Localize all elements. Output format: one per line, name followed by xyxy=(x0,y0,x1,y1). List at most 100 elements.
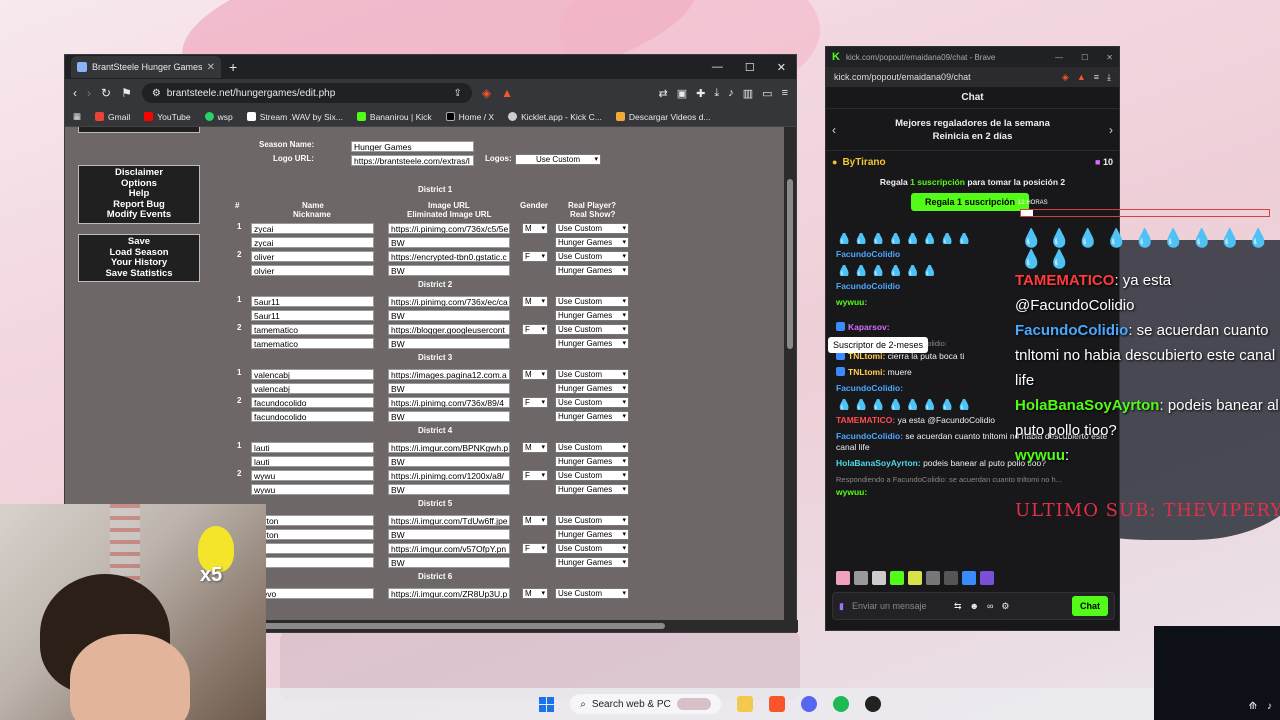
share-icon[interactable]: ⇪ xyxy=(453,88,461,99)
brave-icon[interactable] xyxy=(768,696,785,712)
emote-icon[interactable] xyxy=(854,571,868,585)
image-url-input[interactable]: https://i.pinimg.com/1200x/a8/ xyxy=(388,470,510,481)
maximize-icon[interactable]: ☐ xyxy=(1081,53,1088,62)
menu-help[interactable]: Help xyxy=(79,188,199,200)
real-show-select[interactable]: Hunger Games xyxy=(555,338,629,349)
browser-tab[interactable]: BrantSteele Hunger Games Simu ✕ xyxy=(71,56,221,78)
real-player-select[interactable]: Use Custom xyxy=(555,470,629,481)
real-show-select[interactable]: Hunger Games xyxy=(555,237,629,248)
vertical-scrollbar[interactable] xyxy=(784,127,796,621)
image-url-input[interactable]: https://i.pinimg.com/736x/89/4 xyxy=(388,397,510,408)
tribute-name-input[interactable]: Ayrton xyxy=(251,515,374,526)
eliminated-url-input[interactable]: BW xyxy=(388,338,510,349)
spotify-icon[interactable] xyxy=(832,696,849,712)
tribute-name-input[interactable]: facundocolido xyxy=(251,397,374,408)
maximize-icon[interactable]: ☐ xyxy=(745,61,755,74)
chat-input-placeholder[interactable]: Enviar un mensaje xyxy=(852,601,946,611)
translate-icon[interactable]: ⇄ xyxy=(659,87,668,100)
volume-icon[interactable]: ♪ xyxy=(1267,701,1272,712)
brave-rewards-icon[interactable]: ▲ xyxy=(501,86,513,100)
next-arrow-icon[interactable]: › xyxy=(1109,123,1113,137)
tribute-name-input[interactable]: oliver xyxy=(251,251,374,262)
wallet-icon[interactable]: ▭ xyxy=(762,87,772,100)
real-player-select[interactable]: Use Custom xyxy=(555,442,629,453)
real-player-select[interactable]: Use Custom xyxy=(555,543,629,554)
real-show-select[interactable]: Hunger Games xyxy=(555,484,629,495)
emote-icon[interactable] xyxy=(908,571,922,585)
real-show-select[interactable]: Hunger Games xyxy=(555,383,629,394)
image-url-input[interactable]: https://i.imgur.com/BPNKgwh.p xyxy=(388,442,510,453)
menu-disclaimer[interactable]: Disclaimer xyxy=(79,167,199,179)
gender-select[interactable]: M xyxy=(522,442,548,453)
image-url-input[interactable]: https://blogger.googleusercont xyxy=(388,324,510,335)
real-player-select[interactable]: Use Custom xyxy=(555,588,629,599)
tribute-name-input[interactable]: wywu xyxy=(251,470,374,481)
file-explorer-icon[interactable] xyxy=(736,696,753,712)
brave-shields-icon[interactable]: ◈ xyxy=(1062,72,1069,83)
tribute-nickname-input[interactable]: valencabj xyxy=(251,383,374,394)
tribute-nickname-input[interactable]: lauti xyxy=(251,456,374,467)
back-icon[interactable]: ‹ xyxy=(73,86,77,100)
season-name-input[interactable]: Hunger Games xyxy=(351,141,474,152)
image-url-input[interactable]: https://i.imgur.com/TdUw6ff.jpe xyxy=(388,515,510,526)
image-url-input[interactable]: https://i.pinimg.com/736x/ec/ca xyxy=(388,296,510,307)
emote-icon[interactable] xyxy=(944,571,958,585)
gender-select[interactable]: F xyxy=(522,397,548,408)
real-show-select[interactable]: Hunger Games xyxy=(555,265,629,276)
gender-select[interactable]: F xyxy=(522,543,548,554)
minimize-icon[interactable]: — xyxy=(712,61,723,74)
emote-icon[interactable] xyxy=(926,571,940,585)
real-player-select[interactable]: Use Custom xyxy=(555,296,629,307)
logo-url-input[interactable]: https://brantsteele.com/extras/l xyxy=(351,155,474,166)
extensions-icon[interactable]: ✚ xyxy=(696,87,705,100)
windows-start-icon[interactable] xyxy=(539,696,555,712)
bookmark-kicklet[interactable]: Kicklet.app - Kick C... xyxy=(508,112,602,122)
tribute-name-input[interactable]: valencabj xyxy=(251,369,374,380)
bookmark-x[interactable]: Home / X xyxy=(445,112,494,122)
tribute-nickname-input[interactable]: Ayrton xyxy=(251,529,374,540)
real-player-select[interactable]: Use Custom xyxy=(555,251,629,262)
tribute-name-input[interactable]: zycai xyxy=(251,223,374,234)
eliminated-url-input[interactable]: BW xyxy=(388,237,510,248)
brave-rewards-icon[interactable]: ▲ xyxy=(1077,72,1086,83)
gender-select[interactable]: M xyxy=(522,369,548,380)
real-player-select[interactable]: Use Custom xyxy=(555,324,629,335)
download-icon[interactable]: ⤓ xyxy=(1107,72,1111,83)
menu-icon[interactable]: ≡ xyxy=(1094,72,1099,83)
kick-address-bar[interactable]: kick.com/popout/emaidana09/chat ◈ ▲ ≡ ⤓ xyxy=(826,67,1119,87)
reload-icon[interactable]: ↻ xyxy=(101,86,111,100)
network-icon[interactable]: ⟰ xyxy=(1249,701,1257,712)
real-show-select[interactable]: Hunger Games xyxy=(555,529,629,540)
real-show-select[interactable]: Hunger Games xyxy=(555,557,629,568)
image-url-input[interactable]: https://i.pinimg.com/736x/c5/5e xyxy=(388,223,510,234)
minimize-icon[interactable]: — xyxy=(1055,53,1063,62)
tribute-name-input[interactable]: 5aur11 xyxy=(251,296,374,307)
tribute-nickname-input[interactable]: olvier xyxy=(251,265,374,276)
tribute-name-input[interactable]: lauti xyxy=(251,442,374,453)
gender-select[interactable]: F xyxy=(522,324,548,335)
emote-icon[interactable] xyxy=(836,571,850,585)
eliminated-url-input[interactable]: BW xyxy=(388,411,510,422)
settings-icon[interactable]: ⚙ xyxy=(1001,601,1009,612)
tribute-nickname-input[interactable]: wywu xyxy=(251,484,374,495)
site-info-icon[interactable]: ⚙ xyxy=(152,88,161,99)
music-icon[interactable]: ♪ xyxy=(728,87,734,100)
tribute-name-input[interactable]: svevo xyxy=(251,588,374,599)
tribute-name-input[interactable]: tamematico xyxy=(251,324,374,335)
kicklet-icon[interactable]: ⇆ xyxy=(954,601,962,612)
taskbar-search[interactable]: ⌕ Search web & PC xyxy=(570,694,721,714)
real-player-select[interactable]: Use Custom xyxy=(555,397,629,408)
menu-your-history[interactable]: Your History xyxy=(79,257,199,269)
eliminated-url-input[interactable]: BW xyxy=(388,265,510,276)
tribute-nickname-input[interactable]: facundocolido xyxy=(251,411,374,422)
tribute-nickname-input[interactable]: tamematico xyxy=(251,338,374,349)
close-tab-icon[interactable]: ✕ xyxy=(207,62,215,73)
bookmark-youtube[interactable]: YouTube xyxy=(144,112,191,122)
emote-icon[interactable] xyxy=(872,571,886,585)
gender-select[interactable]: F xyxy=(522,251,548,262)
address-bar[interactable]: ⚙ brantsteele.net/hungergames/edit.php ⇪ xyxy=(141,83,472,103)
forward-icon[interactable]: › xyxy=(87,86,91,100)
tribute-nickname-input[interactable]: aT xyxy=(251,557,374,568)
tribute-name-input[interactable]: aT xyxy=(251,543,374,554)
menu-save-statistics[interactable]: Save Statistics xyxy=(79,268,199,280)
